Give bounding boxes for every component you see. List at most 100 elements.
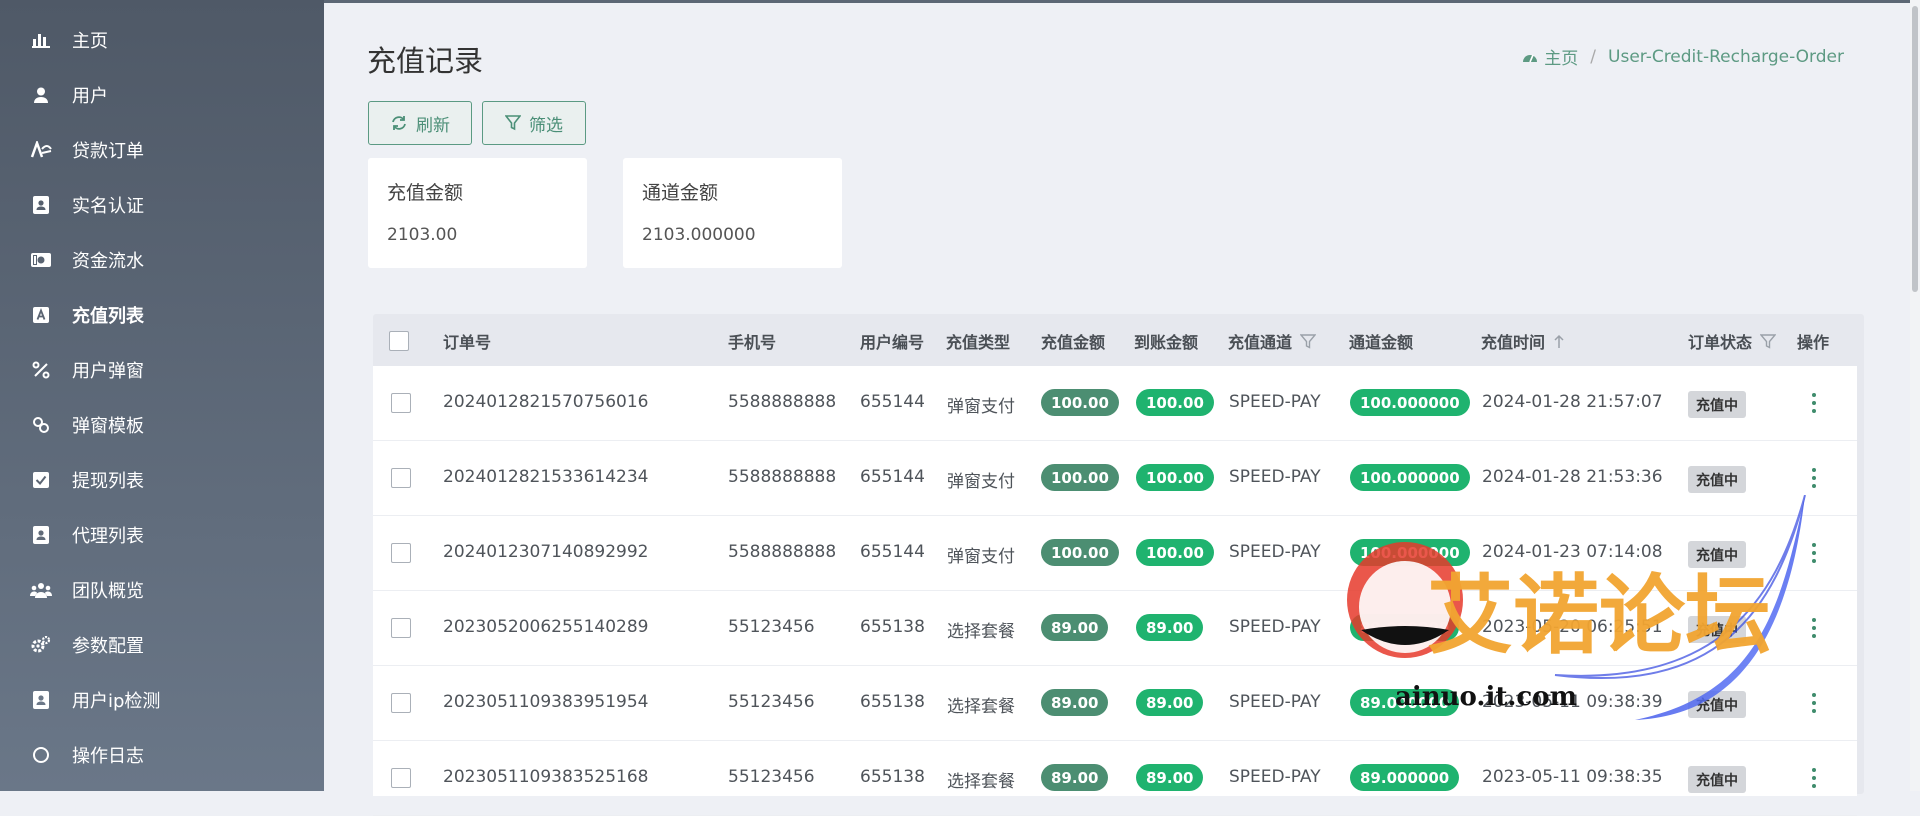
received-badge: 100.00 bbox=[1136, 539, 1214, 566]
table-row[interactable]: 2024012307140892992 5588888888 655144 弹窗… bbox=[373, 516, 1857, 591]
received-badge: 100.00 bbox=[1136, 389, 1214, 416]
table-row[interactable]: 2023051109383951954 55123456 655138 选择套餐… bbox=[373, 666, 1857, 741]
sidebar-item-team-overview[interactable]: 团队概览 bbox=[30, 570, 144, 610]
sidebar-item-recharge-list[interactable]: 充值列表 bbox=[30, 295, 144, 335]
table-row[interactable]: 2024012821570756016 5588888888 655144 弹窗… bbox=[373, 366, 1857, 441]
recharge-icon bbox=[30, 304, 52, 326]
cell-order-no: 2023052006255140289 bbox=[443, 617, 649, 637]
col-received-amount: 到账金额 bbox=[1134, 333, 1199, 352]
cell-phone: 5588888888 bbox=[728, 467, 837, 487]
amount-badge: 100.00 bbox=[1041, 464, 1119, 491]
col-channel[interactable]: 充值通道 bbox=[1228, 329, 1317, 353]
row-checkbox[interactable] bbox=[391, 468, 411, 488]
cell-time: 2024-01-23 07:14:08 bbox=[1482, 542, 1663, 562]
col-recharge-time[interactable]: 充值时间 bbox=[1481, 329, 1565, 353]
sidebar-item-users[interactable]: 用户 bbox=[30, 75, 108, 115]
row-checkbox[interactable] bbox=[391, 693, 411, 713]
cell-time: 2023-05-20 06:25:51 bbox=[1482, 617, 1663, 637]
received-badge: 89.00 bbox=[1136, 689, 1204, 716]
row-more-icon[interactable] bbox=[1809, 390, 1819, 416]
sidebar-item-funds[interactable]: 资金流水 bbox=[30, 240, 144, 280]
stat-value: 2103.00 bbox=[387, 225, 458, 245]
stat-title: 通道金额 bbox=[642, 182, 719, 204]
cogs-icon bbox=[30, 634, 52, 656]
sort-up-icon[interactable] bbox=[1553, 334, 1565, 349]
sidebar-item-label: 实名认证 bbox=[72, 196, 144, 217]
sidebar-item-label: 资金流水 bbox=[72, 251, 144, 272]
cell-time: 2023-05-11 09:38:39 bbox=[1482, 692, 1663, 712]
table-row[interactable]: 2023051109383525168 55123456 655138 选择套餐… bbox=[373, 741, 1857, 816]
col-order-status[interactable]: 订单状态 bbox=[1688, 329, 1777, 353]
agent-icon bbox=[30, 524, 52, 546]
sidebar-item-label: 主页 bbox=[72, 31, 108, 52]
cell-order-no: 2024012821533614234 bbox=[443, 467, 649, 487]
cell-time: 2024-01-28 21:57:07 bbox=[1482, 392, 1663, 412]
row-checkbox[interactable] bbox=[391, 618, 411, 638]
cell-type: 选择套餐 bbox=[947, 772, 1015, 792]
cell-user-id: 655138 bbox=[860, 617, 925, 637]
cell-time: 2024-01-28 21:53:36 bbox=[1482, 467, 1663, 487]
sidebar-item-settings[interactable]: 参数配置 bbox=[30, 625, 144, 665]
cell-phone: 55123456 bbox=[728, 692, 815, 712]
cell-type: 选择套餐 bbox=[947, 622, 1015, 642]
col-phone: 手机号 bbox=[728, 333, 777, 352]
col-actions: 操作 bbox=[1797, 333, 1830, 352]
filter-button[interactable]: 筛选 bbox=[482, 101, 586, 145]
row-more-icon[interactable] bbox=[1809, 690, 1819, 716]
refresh-button[interactable]: 刷新 bbox=[368, 101, 472, 145]
sidebar-item-ip-check[interactable]: 用户ip检测 bbox=[30, 680, 160, 720]
table-row[interactable]: 2024012821533614234 5588888888 655144 弹窗… bbox=[373, 441, 1857, 516]
cell-order-no: 2023051109383525168 bbox=[443, 767, 649, 787]
link-icon bbox=[30, 414, 52, 436]
sidebar-item-user-popup[interactable]: 用户弹窗 bbox=[30, 350, 144, 390]
cell-order-no: 2024012821570756016 bbox=[443, 392, 649, 412]
circle-icon bbox=[30, 744, 52, 766]
main-content: 充值记录 主页 / User-Credit-Recharge-Order 刷新 … bbox=[324, 0, 1920, 816]
row-checkbox[interactable] bbox=[391, 768, 411, 788]
stat-card-channel-amount: 通道金额 2103.000000 bbox=[623, 158, 842, 268]
row-checkbox[interactable] bbox=[391, 393, 411, 413]
amount-badge: 89.00 bbox=[1041, 689, 1109, 716]
sidebar-item-agent-list[interactable]: 代理列表 bbox=[30, 515, 144, 555]
sidebar-item-loan-orders[interactable]: 贷款订单 bbox=[30, 130, 144, 170]
col-channel-amount: 通道金额 bbox=[1349, 333, 1414, 352]
filter-icon[interactable] bbox=[1760, 333, 1777, 349]
stat-title: 充值金额 bbox=[387, 182, 464, 204]
breadcrumb: 主页 / User-Credit-Recharge-Order bbox=[1522, 44, 1844, 69]
channel-amount-badge: 100.000000 bbox=[1350, 539, 1470, 566]
sidebar-item-home[interactable]: 主页 bbox=[30, 20, 108, 60]
page-scrollbar[interactable] bbox=[1910, 0, 1920, 791]
status-badge: 充值中 bbox=[1688, 541, 1746, 568]
id-card-icon bbox=[30, 194, 52, 216]
filter-icon[interactable] bbox=[1300, 333, 1317, 349]
sidebar-item-operation-log[interactable]: 操作日志 bbox=[30, 735, 144, 775]
sidebar-item-withdraw-list[interactable]: 提现列表 bbox=[30, 460, 144, 500]
cell-type: 弹窗支付 bbox=[947, 397, 1015, 417]
sidebar: 主页 用户 贷款订单 实名认证 资金流水 充值列表 用户弹窗 弹窗模板 提现列表… bbox=[0, 0, 324, 791]
stat-value: 2103.000000 bbox=[642, 225, 756, 245]
row-more-icon[interactable] bbox=[1809, 765, 1819, 791]
row-more-icon[interactable] bbox=[1809, 540, 1819, 566]
scrollbar-thumb[interactable] bbox=[1912, 6, 1918, 292]
row-checkbox[interactable] bbox=[391, 543, 411, 563]
select-all-checkbox[interactable] bbox=[389, 331, 409, 351]
bar-chart-icon bbox=[30, 29, 52, 51]
cell-order-no: 2023051109383951954 bbox=[443, 692, 649, 712]
received-badge: 100.00 bbox=[1136, 464, 1214, 491]
cell-user-id: 655144 bbox=[860, 392, 925, 412]
top-border bbox=[324, 0, 1920, 3]
refresh-label: 刷新 bbox=[416, 115, 450, 136]
row-more-icon[interactable] bbox=[1809, 465, 1819, 491]
cell-channel: SPEED-PAY bbox=[1229, 617, 1321, 637]
channel-amount-badge: 100.000000 bbox=[1350, 389, 1470, 416]
breadcrumb-home[interactable]: 主页 bbox=[1544, 44, 1578, 69]
table-row[interactable]: 2023052006255140289 55123456 655138 选择套餐… bbox=[373, 591, 1857, 666]
cell-time: 2023-05-11 09:38:35 bbox=[1482, 767, 1663, 787]
sidebar-item-popup-template[interactable]: 弹窗模板 bbox=[30, 405, 144, 445]
amount-badge: 100.00 bbox=[1041, 389, 1119, 416]
filter-icon bbox=[505, 115, 521, 131]
row-more-icon[interactable] bbox=[1809, 615, 1819, 641]
cell-channel: SPEED-PAY bbox=[1229, 767, 1321, 787]
sidebar-item-realname[interactable]: 实名认证 bbox=[30, 185, 144, 225]
sidebar-item-label: 代理列表 bbox=[72, 526, 144, 547]
